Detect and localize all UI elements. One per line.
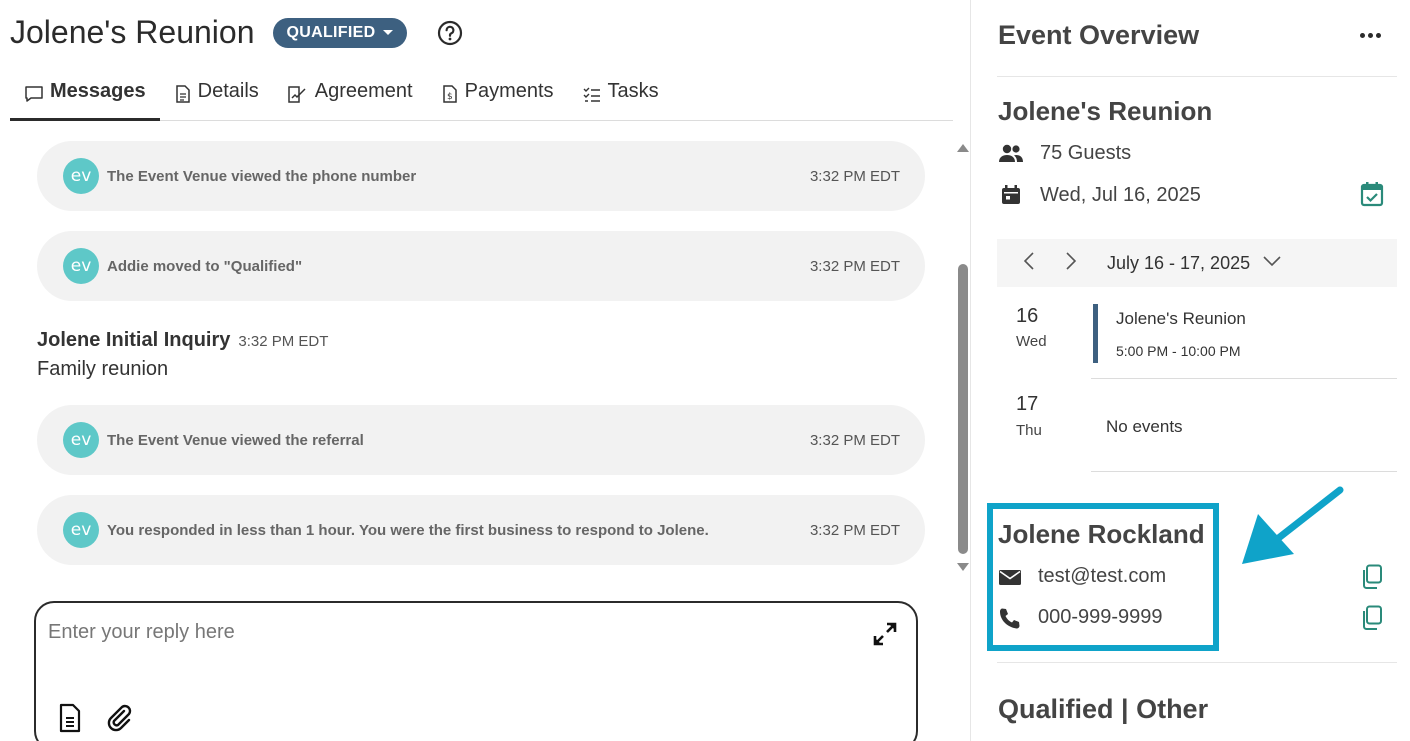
reply-input[interactable] xyxy=(48,621,808,644)
tab-details[interactable]: Details xyxy=(160,80,273,121)
envelope-icon xyxy=(999,569,1021,585)
message-time: 3:32 PM EDT xyxy=(809,257,900,275)
template-document-icon[interactable] xyxy=(58,703,82,738)
calendar-navigator: July 16 - 17, 2025 xyxy=(997,239,1397,287)
date-label: Wed, Jul 16, 2025 xyxy=(1040,183,1201,206)
tab-agreement[interactable]: Agreement xyxy=(273,80,427,121)
venue-logo: ev xyxy=(63,158,99,194)
message-time: 3:32 PM EDT xyxy=(238,333,329,350)
email-text[interactable]: test@test.com xyxy=(1038,565,1166,588)
system-message-text: Addie moved to "Qualified" xyxy=(107,257,303,275)
tab-payments[interactable]: $ Payments xyxy=(427,80,568,121)
system-message: ev The Event Venue viewed the referral 3… xyxy=(37,405,925,475)
page-title: Jolene's Reunion xyxy=(10,14,255,50)
system-message: ev The Event Venue viewed the phone numb… xyxy=(37,141,925,211)
event-date: Wed, Jul 16, 2025 xyxy=(998,183,1201,207)
people-icon xyxy=(999,144,1023,162)
status-label: QUALIFIED xyxy=(286,23,376,41)
scroll-down-arrow[interactable] xyxy=(957,563,969,571)
signature-icon xyxy=(288,86,306,103)
divider xyxy=(997,76,1397,77)
system-message-text: The Event Venue viewed the phone number xyxy=(107,167,417,185)
help-icon[interactable] xyxy=(437,20,463,46)
venue-logo: ev xyxy=(63,512,99,548)
venue-logo: ev xyxy=(63,248,99,284)
scrollbar-thumb[interactable] xyxy=(958,264,968,554)
status-dropdown[interactable]: QUALIFIED xyxy=(272,17,408,48)
divider xyxy=(1091,378,1397,379)
tab-label: Details xyxy=(197,80,259,102)
phone-icon xyxy=(1000,608,1020,628)
day-name: Thu xyxy=(1016,422,1042,439)
more-options-icon[interactable] xyxy=(1360,33,1381,38)
guests-label: 75 Guests xyxy=(1040,142,1132,164)
event-name: Jolene's Reunion xyxy=(998,96,1213,126)
chevron-left-icon[interactable] xyxy=(1023,251,1035,276)
contact-name: Jolene Rockland xyxy=(998,519,1205,549)
copy-email-icon[interactable] xyxy=(1360,564,1384,595)
invoice-dollar-icon: $ xyxy=(442,85,457,103)
calendar-icon xyxy=(1002,185,1020,204)
tab-tasks[interactable]: Tasks xyxy=(568,80,673,121)
inquiry-message: Jolene Initial Inquiry 3:32 PM EDT Famil… xyxy=(37,329,328,381)
divider xyxy=(1091,471,1397,472)
tab-bar: Messages Details Agreement $ Payments Ta… xyxy=(10,80,953,121)
message-time: 3:32 PM EDT xyxy=(809,167,900,185)
calendar-check-icon[interactable] xyxy=(1360,181,1384,212)
caret-down-icon xyxy=(383,30,394,35)
chevron-down-icon[interactable] xyxy=(1262,254,1282,272)
conversation-panel: Jolene's Reunion QUALIFIED Messages Deta… xyxy=(0,0,970,741)
system-message: ev You responded in less than 1 hour. Yo… xyxy=(37,495,925,565)
guest-count: 75 Guests xyxy=(998,142,1131,165)
contact-phone: 000-999-9999 xyxy=(998,606,1163,629)
tab-messages[interactable]: Messages xyxy=(10,80,160,121)
day-number: 16 xyxy=(1016,305,1039,327)
lead-stage: Qualified | Other xyxy=(998,694,1209,724)
divider xyxy=(997,662,1397,663)
system-message-text: The Event Venue viewed the referral xyxy=(107,431,364,449)
reply-box xyxy=(34,601,918,741)
phone-text[interactable]: 000-999-9999 xyxy=(1038,606,1163,629)
tab-label: Payments xyxy=(464,80,554,102)
highlight-arrow-icon xyxy=(1236,484,1346,579)
event-color-bar xyxy=(1093,304,1098,363)
system-message-text: You responded in less than 1 hour. You w… xyxy=(107,521,709,539)
chat-bubble-icon xyxy=(25,86,43,102)
calendar-range-label[interactable]: July 16 - 17, 2025 xyxy=(1107,253,1250,274)
message-time: 3:32 PM EDT xyxy=(809,521,900,539)
document-icon xyxy=(175,85,190,103)
contact-email: test@test.com xyxy=(998,565,1166,588)
scroll-up-arrow[interactable] xyxy=(957,144,969,152)
paperclip-icon[interactable] xyxy=(104,703,134,738)
expand-icon[interactable] xyxy=(872,621,898,652)
no-events-label: No events xyxy=(1106,417,1183,436)
tab-label: Agreement xyxy=(314,80,413,102)
overview-title: Event Overview xyxy=(998,20,1200,50)
svg-text:$: $ xyxy=(447,92,453,102)
calendar-event-time: 5:00 PM - 10:00 PM xyxy=(1116,343,1241,359)
message-time: 3:32 PM EDT xyxy=(809,431,900,449)
day-number: 17 xyxy=(1016,393,1039,415)
venue-logo: ev xyxy=(63,422,99,458)
chevron-right-icon[interactable] xyxy=(1065,251,1077,276)
header: Jolene's Reunion QUALIFIED xyxy=(10,14,463,51)
tab-label: Messages xyxy=(50,80,146,102)
checklist-icon xyxy=(583,87,600,102)
inquiry-body: Family reunion xyxy=(37,358,169,380)
inquiry-sender: Jolene Initial Inquiry xyxy=(37,329,231,351)
tab-label: Tasks xyxy=(607,80,659,102)
system-message: ev Addie moved to "Qualified" 3:32 PM ED… xyxy=(37,231,925,301)
calendar-event-title[interactable]: Jolene's Reunion xyxy=(1116,309,1246,329)
event-overview-panel: Event Overview Jolene's Reunion 75 Guest… xyxy=(971,0,1410,741)
day-name: Wed xyxy=(1016,333,1047,350)
copy-phone-icon[interactable] xyxy=(1360,605,1384,636)
